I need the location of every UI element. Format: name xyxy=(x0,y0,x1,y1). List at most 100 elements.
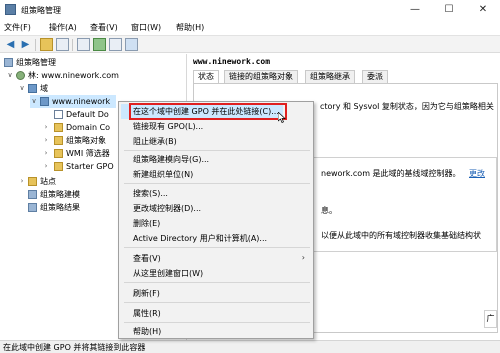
tree-label: 组策略管理 xyxy=(16,58,56,67)
ou-icon xyxy=(54,123,63,132)
menu-separator xyxy=(124,302,310,303)
details-title: www.ninework.com xyxy=(193,57,271,66)
baseline-dc-text: nework.com 是此域的基线域控制器。 xyxy=(321,169,461,178)
detect-button[interactable]: 广 xyxy=(484,310,497,328)
info-text: 息。 xyxy=(321,206,337,215)
close-button[interactable]: ✕ xyxy=(466,0,500,20)
folder-icon xyxy=(54,162,63,171)
pointer-cursor-icon xyxy=(278,112,286,123)
status-text: 在此域中创建 GPO 并将其链接到此容器 xyxy=(3,343,146,352)
collect-text: 以便从此域中的所有域控制器收集基础结构状 xyxy=(321,231,481,240)
tab-status[interactable]: 状态 xyxy=(193,70,219,83)
back-icon[interactable]: ◀ xyxy=(4,38,17,51)
maximize-button[interactable]: ☐ xyxy=(432,0,466,20)
tree-label: 站点 xyxy=(40,177,56,186)
menu-item-link-existing-gpo[interactable]: 链接现有 GPO(L)... xyxy=(133,121,203,132)
tree-item-modeling[interactable]: 组策略建模 xyxy=(0,188,118,201)
menu-separator xyxy=(124,322,310,323)
expand-icon[interactable]: › xyxy=(42,134,50,147)
expand-icon[interactable]: › xyxy=(42,121,50,134)
tree-item-starter-gpo[interactable]: › Starter GPO xyxy=(0,160,118,173)
modeling-icon xyxy=(28,190,37,199)
refresh-icon[interactable] xyxy=(93,38,106,51)
menu-bar: 文件(F) 操作(A) 查看(V) 窗口(W) 帮助(H) xyxy=(0,20,500,35)
tree-item-domain[interactable]: ∨ www.ninework xyxy=(30,95,116,108)
menu-item-delete[interactable]: 删除(E) xyxy=(133,218,160,229)
tab-delegation[interactable]: 委派 xyxy=(362,70,388,83)
results-icon xyxy=(28,203,37,212)
properties-icon[interactable] xyxy=(77,38,90,51)
tree-label: Default Do xyxy=(66,110,109,119)
menu-item-ad-users-computers[interactable]: Active Directory 用户和计算机(A)... xyxy=(133,233,267,244)
menu-separator xyxy=(124,247,310,248)
status-description: ctory 和 Sysvol 复制状态，因为它与组策略相关 xyxy=(320,102,494,111)
tab-inheritance[interactable]: 组策略继承 xyxy=(305,70,355,83)
minimize-button[interactable]: — xyxy=(398,0,432,20)
tree-label: Starter GPO xyxy=(66,162,114,171)
tree-item-root[interactable]: 组策略管理 xyxy=(0,56,186,69)
tree-item-domains[interactable]: ∨ 域 xyxy=(0,82,186,95)
toolbar-separator xyxy=(72,39,73,51)
toolbar-separator xyxy=(35,39,36,51)
menu-separator xyxy=(124,150,310,151)
menu-item-view[interactable]: 查看(V) xyxy=(133,253,161,264)
tree-label: 组策略建模 xyxy=(40,190,80,199)
expand-icon[interactable]: › xyxy=(42,160,50,173)
tree-label: 组策略结果 xyxy=(40,203,80,212)
collapse-icon[interactable]: ∨ xyxy=(6,69,14,82)
tree-item-results[interactable]: 组策略结果 xyxy=(0,201,118,214)
change-link[interactable]: 更改 xyxy=(469,168,485,179)
forest-icon xyxy=(16,71,25,80)
tree-label: 组策略对象 xyxy=(66,136,106,145)
menu-item-refresh[interactable]: 刷新(F) xyxy=(133,288,160,299)
expand-icon[interactable]: › xyxy=(18,175,26,188)
submenu-arrow-icon: › xyxy=(301,253,305,262)
menu-file[interactable]: 文件(F) xyxy=(4,22,31,33)
domain-icon xyxy=(40,97,49,106)
collapse-icon[interactable]: ∨ xyxy=(30,95,38,108)
menu-item-properties[interactable]: 属性(R) xyxy=(133,308,161,319)
status-bar: 在此域中创建 GPO 并将其链接到此容器 xyxy=(0,340,500,353)
menu-item-new-window[interactable]: 从这里创建窗口(W) xyxy=(133,268,203,279)
folder-icon xyxy=(54,136,63,145)
menu-item-new-ou[interactable]: 新建组织单位(N) xyxy=(133,169,193,180)
expand-icon[interactable]: › xyxy=(42,147,50,160)
forward-icon[interactable]: ▶ xyxy=(19,38,32,51)
collapse-icon[interactable]: ∨ xyxy=(18,82,26,95)
menu-separator xyxy=(124,282,310,283)
tree-item-forest[interactable]: ∨ 林: www.ninework.com xyxy=(0,69,186,82)
tree-label: Domain Co xyxy=(66,123,111,132)
menu-separator xyxy=(124,183,310,184)
sites-icon xyxy=(28,177,37,186)
tree-item-wmi-filters[interactable]: › WMI 筛选器 xyxy=(0,147,118,160)
gpmc-icon xyxy=(4,58,13,67)
tree-item-domain-controllers[interactable]: › Domain Co xyxy=(0,121,118,134)
help-icon[interactable] xyxy=(125,38,138,51)
tree-item-gpo-objects[interactable]: › 组策略对象 xyxy=(0,134,118,147)
menu-item-block-inheritance[interactable]: 阻止继承(B) xyxy=(133,136,177,147)
menu-window[interactable]: 窗口(W) xyxy=(131,22,161,33)
menu-item-change-dc[interactable]: 更改域控制器(D)... xyxy=(133,203,201,214)
window-title: 组策略管理 xyxy=(21,6,61,15)
folder-up-icon[interactable] xyxy=(40,38,53,51)
tree-label: WMI 筛选器 xyxy=(66,149,110,158)
tree-label: 林: www.ninework.com xyxy=(28,71,119,80)
export-icon[interactable] xyxy=(109,38,122,51)
menu-help[interactable]: 帮助(H) xyxy=(176,22,204,33)
menu-view[interactable]: 查看(V) xyxy=(90,22,118,33)
menu-item-help[interactable]: 帮助(H) xyxy=(133,326,161,337)
folder-icon xyxy=(54,149,63,158)
menu-action[interactable]: 操作(A) xyxy=(49,22,77,33)
app-icon xyxy=(5,4,16,15)
view-icon[interactable] xyxy=(56,38,69,51)
tree-label: www.ninework xyxy=(52,97,111,106)
tree-item-default-policy[interactable]: Default Do xyxy=(0,108,118,121)
toolbar: ◀ ▶ xyxy=(0,35,500,53)
menu-item-modeling-wizard[interactable]: 组策略建模向导(G)... xyxy=(133,154,209,165)
menu-item-search[interactable]: 搜索(S)... xyxy=(133,188,168,199)
tree-label: 域 xyxy=(40,84,48,93)
tree-item-sites[interactable]: › 站点 xyxy=(0,175,118,188)
menu-item-create-gpo[interactable]: 在这个域中创建 GPO 并在此处链接(C)... xyxy=(133,106,279,117)
domains-icon xyxy=(28,84,37,93)
tab-linked-gpos[interactable]: 链接的组策略对象 xyxy=(224,70,298,83)
